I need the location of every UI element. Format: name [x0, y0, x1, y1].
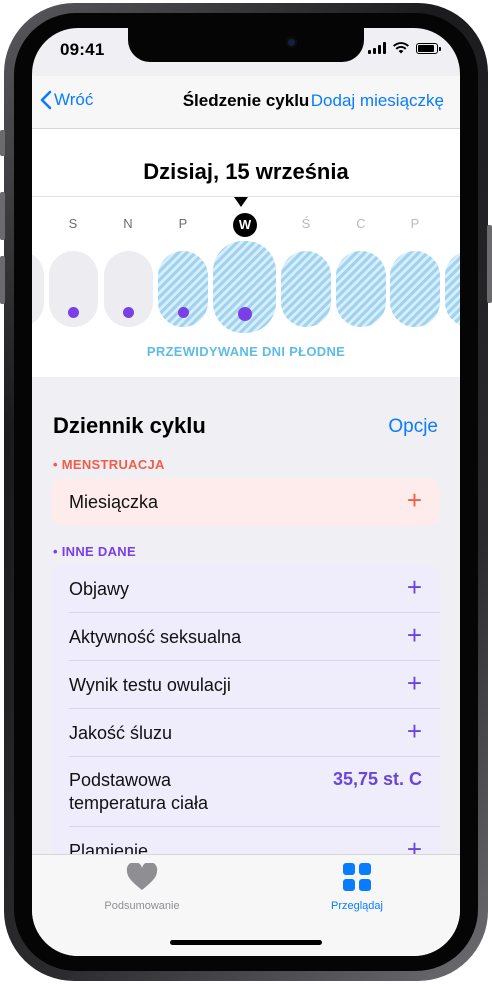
navigation-bar: Wróć Śledzenie cyklu Dodaj miesiączkę	[32, 76, 460, 129]
day-cell-fertile[interactable]	[445, 251, 460, 327]
period-dot	[123, 307, 134, 318]
plus-icon[interactable]: +	[407, 670, 422, 696]
temperature-value: 35,75 st. C	[332, 769, 422, 789]
volume-up-button	[0, 192, 5, 240]
list-item-basal-temperature[interactable]: Podstawowa temperatura ciała 35,75 st. C	[51, 757, 440, 827]
front-camera	[286, 37, 297, 48]
tab-browse-label: Przeglądaj	[331, 900, 383, 912]
plus-icon[interactable]: +	[407, 487, 422, 513]
mute-switch	[0, 130, 5, 156]
day-label: N	[123, 216, 133, 231]
day-cell-fertile[interactable]	[390, 251, 440, 327]
fertile-days-label: PRZEWIDYWANE DNI PŁODNE	[146, 344, 346, 359]
period-dot	[68, 307, 79, 318]
cycle-log-title: Dziennik cyklu	[53, 413, 206, 438]
day-label: P	[178, 216, 188, 231]
day-label-today: W	[233, 213, 257, 237]
grid-icon	[343, 863, 371, 891]
row-label: Objawy	[69, 579, 130, 599]
day-label: P	[410, 216, 420, 231]
day-label: S	[68, 216, 78, 231]
day-cell-fertile[interactable]	[336, 251, 386, 327]
cycle-calendar: Dzisiaj, 15 września S N P W Ś C P PRZEW…	[32, 129, 460, 377]
notch	[128, 28, 364, 62]
today-pointer-icon	[234, 197, 248, 207]
row-label: Wynik testu owulacji	[69, 675, 231, 695]
tab-summary[interactable]: Podsumowanie	[72, 861, 212, 912]
row-label: Jakość śluzu	[69, 723, 173, 743]
list-item-mucus-quality[interactable]: Jakość śluzu +	[51, 709, 440, 757]
power-button	[487, 225, 492, 303]
other-data-section-header: • INNE DANE	[53, 544, 136, 559]
plus-icon[interactable]: +	[407, 574, 422, 600]
day-label: C	[356, 216, 366, 231]
period-dot	[178, 307, 189, 318]
status-time: 09:41	[60, 40, 105, 59]
calendar-date-heading: Dzisiaj, 15 września	[143, 159, 349, 184]
day-cell-fertile[interactable]	[281, 251, 331, 327]
home-indicator[interactable]	[170, 940, 322, 945]
menstruation-group: Miesiączka +	[51, 478, 440, 526]
day-label: Ś	[301, 216, 311, 231]
list-item-symptoms[interactable]: Objawy +	[51, 565, 440, 613]
list-item-period[interactable]: Miesiączka +	[51, 478, 440, 526]
add-period-button[interactable]: Dodaj miesiączkę	[311, 91, 444, 111]
plus-icon[interactable]: +	[407, 718, 422, 744]
row-label: Podstawowa temperatura ciała	[69, 770, 209, 813]
list-item-ovulation-test[interactable]: Wynik testu owulacji +	[51, 661, 440, 709]
tab-bar: Podsumowanie Przeglądaj	[32, 854, 460, 956]
list-item-sexual-activity[interactable]: Aktywność seksualna +	[51, 613, 440, 661]
back-button-label: Wróć	[54, 90, 94, 109]
other-data-group: Objawy + Aktywność seksualna + Wynik tes…	[51, 565, 440, 885]
back-button[interactable]: Wróć	[40, 90, 93, 110]
volume-down-button	[0, 256, 5, 304]
chevron-left-icon	[40, 90, 52, 110]
period-dot	[238, 307, 252, 321]
plus-icon[interactable]: +	[407, 622, 422, 648]
status-icons	[368, 42, 441, 54]
wifi-icon	[393, 42, 409, 54]
tab-summary-label: Podsumowanie	[104, 900, 180, 912]
screen: 09:41 Wróć Śledzenie cyklu Dodaj miesiąc…	[32, 28, 460, 956]
battery-icon	[416, 42, 441, 54]
row-label: Miesiączka	[69, 492, 159, 512]
signal-icon	[368, 42, 386, 54]
menstruation-section-header: • MENSTRUACJA	[53, 457, 165, 472]
tab-browse[interactable]: Przeglądaj	[287, 863, 427, 912]
day-cell[interactable]	[32, 251, 44, 327]
heart-icon	[126, 861, 158, 890]
options-button[interactable]: Opcje	[388, 416, 438, 438]
row-label: Aktywność seksualna	[69, 627, 242, 647]
